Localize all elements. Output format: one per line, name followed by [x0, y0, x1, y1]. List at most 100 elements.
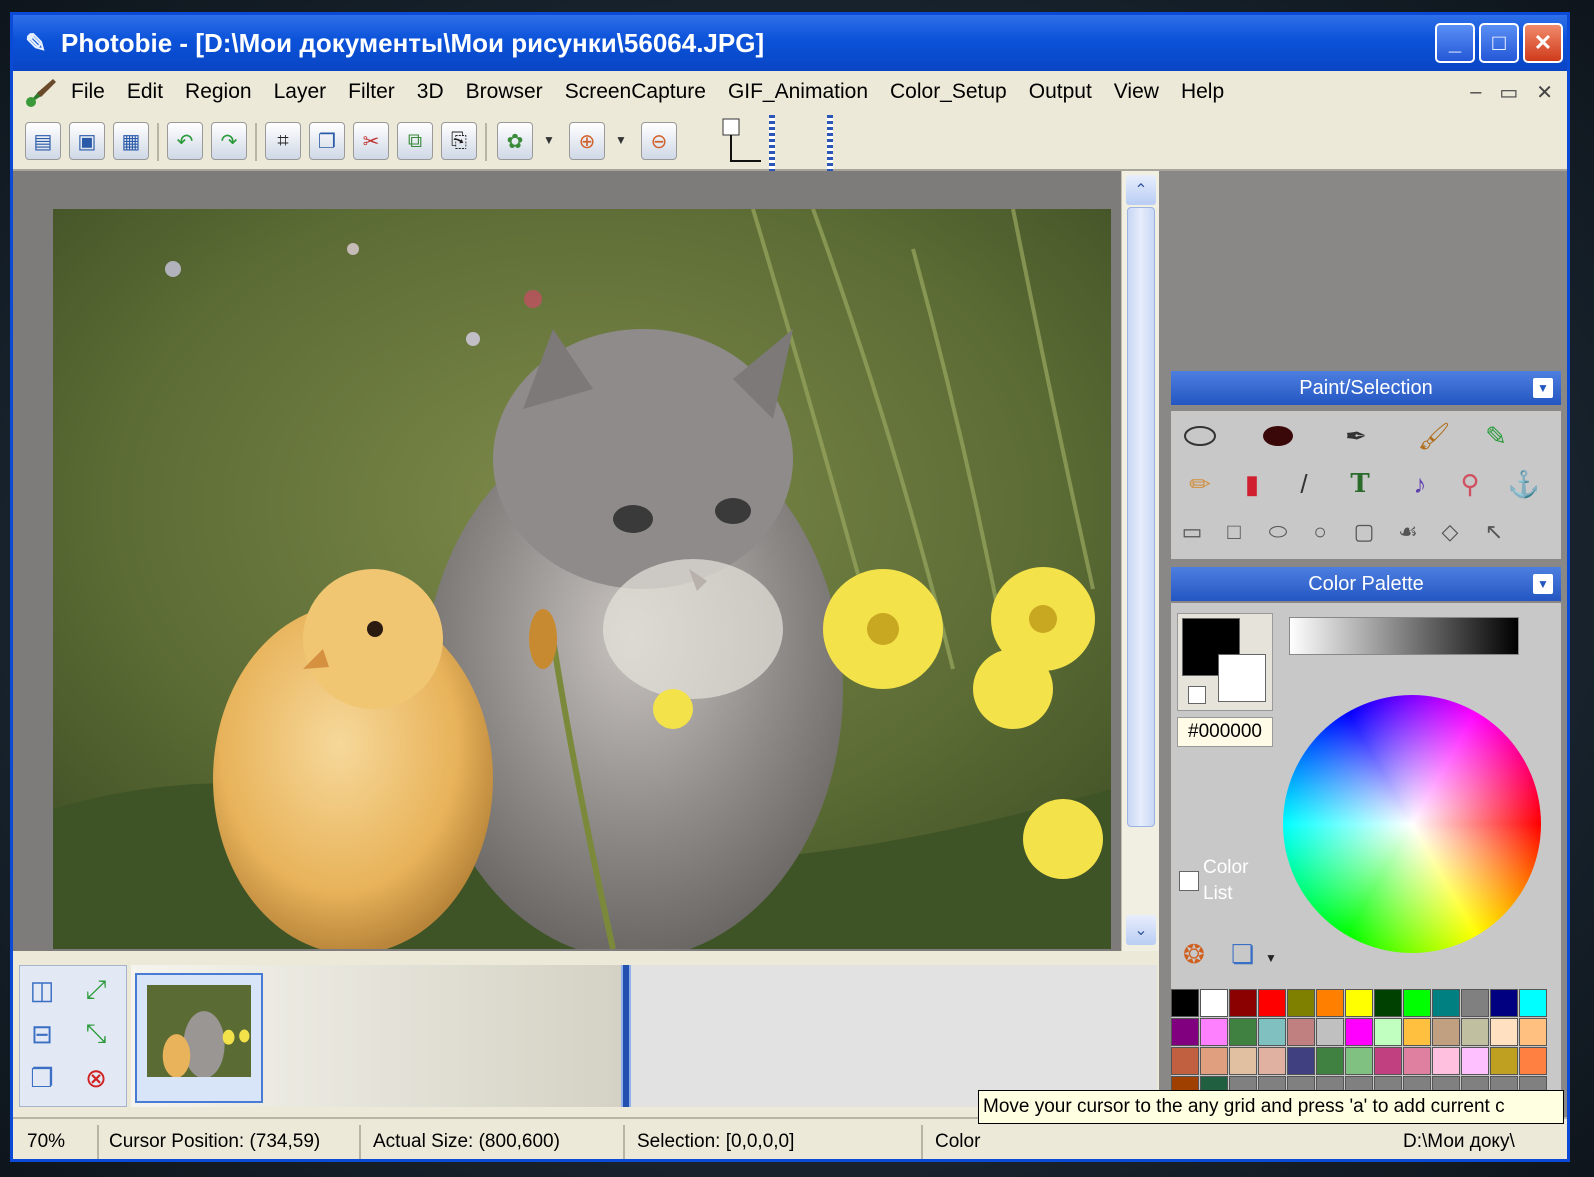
menu-gif-animation[interactable]: GIF_Animation [728, 80, 868, 104]
menu-color-setup[interactable]: Color_Setup [890, 80, 1007, 104]
palette-swatch[interactable] [1345, 1018, 1373, 1046]
palette-swatch[interactable] [1490, 1018, 1518, 1046]
scroll-up-icon[interactable]: ⌃ [1126, 175, 1156, 205]
menu-filter[interactable]: Filter [348, 80, 395, 104]
palette-swatch[interactable] [1432, 989, 1460, 1017]
palette-swatch[interactable] [1200, 1047, 1228, 1075]
palette-dropdown-icon[interactable]: ▼ [1265, 951, 1277, 965]
palette-swatch[interactable] [1258, 1047, 1286, 1075]
color-wheel[interactable] [1283, 695, 1541, 953]
fill-tool-icon[interactable]: ♪ [1403, 467, 1437, 501]
background-color-swatch[interactable] [1218, 654, 1266, 702]
minimize-button[interactable]: _ [1435, 23, 1475, 63]
delete-icon[interactable]: ⊗ [80, 1062, 112, 1094]
crop-icon[interactable]: ⌗ [265, 122, 301, 160]
palette-swatch[interactable] [1374, 1047, 1402, 1075]
split-vertical-icon[interactable]: ◫ [26, 974, 58, 1006]
palette-swatch[interactable] [1200, 1018, 1228, 1046]
palette-swatch[interactable] [1461, 1047, 1489, 1075]
menu-output[interactable]: Output [1029, 80, 1092, 104]
expand-icon[interactable]: ⤢ [80, 974, 112, 1006]
palette-swatch[interactable] [1316, 1047, 1344, 1075]
cascade-icon[interactable]: ❐ [26, 1062, 58, 1094]
palette-swatch[interactable] [1171, 989, 1199, 1017]
palette-swatch[interactable] [1316, 989, 1344, 1017]
cut-icon[interactable]: ✂ [353, 122, 389, 160]
palette-swatch[interactable] [1229, 989, 1257, 1017]
layer-link-icon[interactable] [721, 117, 767, 167]
open-icon[interactable]: ▣ [69, 122, 105, 160]
effects-dropdown-icon[interactable]: ▼ [543, 133, 555, 147]
line-tool-icon[interactable]: / [1287, 467, 1321, 501]
palette-load-icon[interactable]: ❂ [1183, 939, 1205, 970]
close-button[interactable]: ✕ [1523, 23, 1563, 63]
palette-swatch[interactable] [1432, 1047, 1460, 1075]
palette-swatch[interactable] [1229, 1047, 1257, 1075]
menu-edit[interactable]: Edit [127, 80, 163, 104]
redo-icon[interactable]: ↷ [211, 122, 247, 160]
palette-swatch[interactable] [1403, 1018, 1431, 1046]
palette-swatch[interactable] [1490, 989, 1518, 1017]
menu-3d[interactable]: 3D [417, 80, 444, 104]
marker-tool-icon[interactable]: ▮ [1235, 467, 1269, 501]
ellipse-fill-tool-icon[interactable] [1261, 419, 1295, 453]
current-color-hex[interactable]: #000000 [1177, 717, 1273, 747]
color-palette-header[interactable]: Color Palette ▼ [1171, 567, 1561, 601]
image-thumbnail[interactable] [135, 973, 263, 1103]
kitten-chick-photo[interactable] [53, 209, 1111, 949]
scrollbar-thumb[interactable] [1127, 207, 1155, 827]
effects-icon[interactable]: ✿ [497, 122, 533, 160]
palette-swatch[interactable] [1171, 1018, 1199, 1046]
brightness-gradient-bar[interactable] [1289, 617, 1519, 655]
palette-swatch[interactable] [1432, 1018, 1460, 1046]
filmstrip-splitter[interactable] [621, 965, 631, 1107]
palette-swatch[interactable] [1229, 1018, 1257, 1046]
copy-icon[interactable]: ❐ [309, 122, 345, 160]
brush-tool-icon[interactable]: 🖌 [1417, 419, 1451, 453]
palette-swatch[interactable] [1519, 1018, 1547, 1046]
paste-into-icon[interactable]: ⧉ [397, 122, 433, 160]
doc-restore-button[interactable]: ▭ [1499, 80, 1518, 105]
eyedropper-tool-icon[interactable]: ⚲ [1453, 467, 1487, 501]
maximize-button[interactable]: □ [1479, 23, 1519, 63]
palette-swatch[interactable] [1519, 989, 1547, 1017]
paint-selection-header[interactable]: Paint/Selection ▼ [1171, 371, 1561, 405]
shrink-icon[interactable]: ⤡ [80, 1018, 112, 1050]
menu-browser[interactable]: Browser [466, 80, 543, 104]
palette-swatch[interactable] [1403, 1047, 1431, 1075]
menu-screencapture[interactable]: ScreenCapture [565, 80, 706, 104]
rect-select-icon[interactable]: ▭ [1175, 515, 1209, 549]
palette-swatch[interactable] [1345, 1047, 1373, 1075]
collapse-icon[interactable]: ▼ [1533, 378, 1553, 398]
scroll-down-icon[interactable]: ⌄ [1126, 915, 1156, 945]
reset-colors-swatch[interactable] [1188, 686, 1206, 704]
palette-swatch[interactable] [1316, 1018, 1344, 1046]
pen-tool-icon[interactable]: ✒ [1339, 419, 1373, 453]
palette-swatch[interactable] [1200, 989, 1228, 1017]
palette-swatch[interactable] [1171, 1047, 1199, 1075]
zoom-out-icon[interactable]: ⊖ [641, 122, 677, 160]
toolbar-drag-handle[interactable] [827, 115, 833, 171]
doc-close-button[interactable]: ✕ [1536, 80, 1553, 105]
palette-swatch[interactable] [1258, 989, 1286, 1017]
palette-swatch[interactable] [1490, 1047, 1518, 1075]
split-horizontal-icon[interactable]: ⊟ [26, 1018, 58, 1050]
anchor-tool-icon[interactable]: ⚓ [1507, 467, 1541, 501]
palette-swatch[interactable] [1287, 1047, 1315, 1075]
palette-swatch[interactable] [1461, 1018, 1489, 1046]
rounded-select-icon[interactable]: ▢ [1347, 515, 1381, 549]
palette-save-icon[interactable]: ❏ [1231, 939, 1254, 970]
undo-icon[interactable]: ↶ [167, 122, 203, 160]
menu-region[interactable]: Region [185, 80, 252, 104]
palette-swatch[interactable] [1258, 1018, 1286, 1046]
square-select-icon[interactable]: □ [1217, 515, 1251, 549]
polygon-select-icon[interactable]: ◇ [1433, 515, 1467, 549]
palette-swatch[interactable] [1461, 989, 1489, 1017]
palette-swatch[interactable] [1345, 989, 1373, 1017]
menu-view[interactable]: View [1114, 80, 1159, 104]
title-bar[interactable]: ✎ Photobie - [D:\Мои документы\Мои рисун… [13, 15, 1567, 71]
palette-swatch[interactable] [1374, 1018, 1402, 1046]
collapse-icon[interactable]: ▼ [1533, 574, 1553, 594]
text-tool-icon[interactable]: T [1343, 467, 1377, 501]
lasso-select-icon[interactable]: ☙ [1391, 515, 1425, 549]
